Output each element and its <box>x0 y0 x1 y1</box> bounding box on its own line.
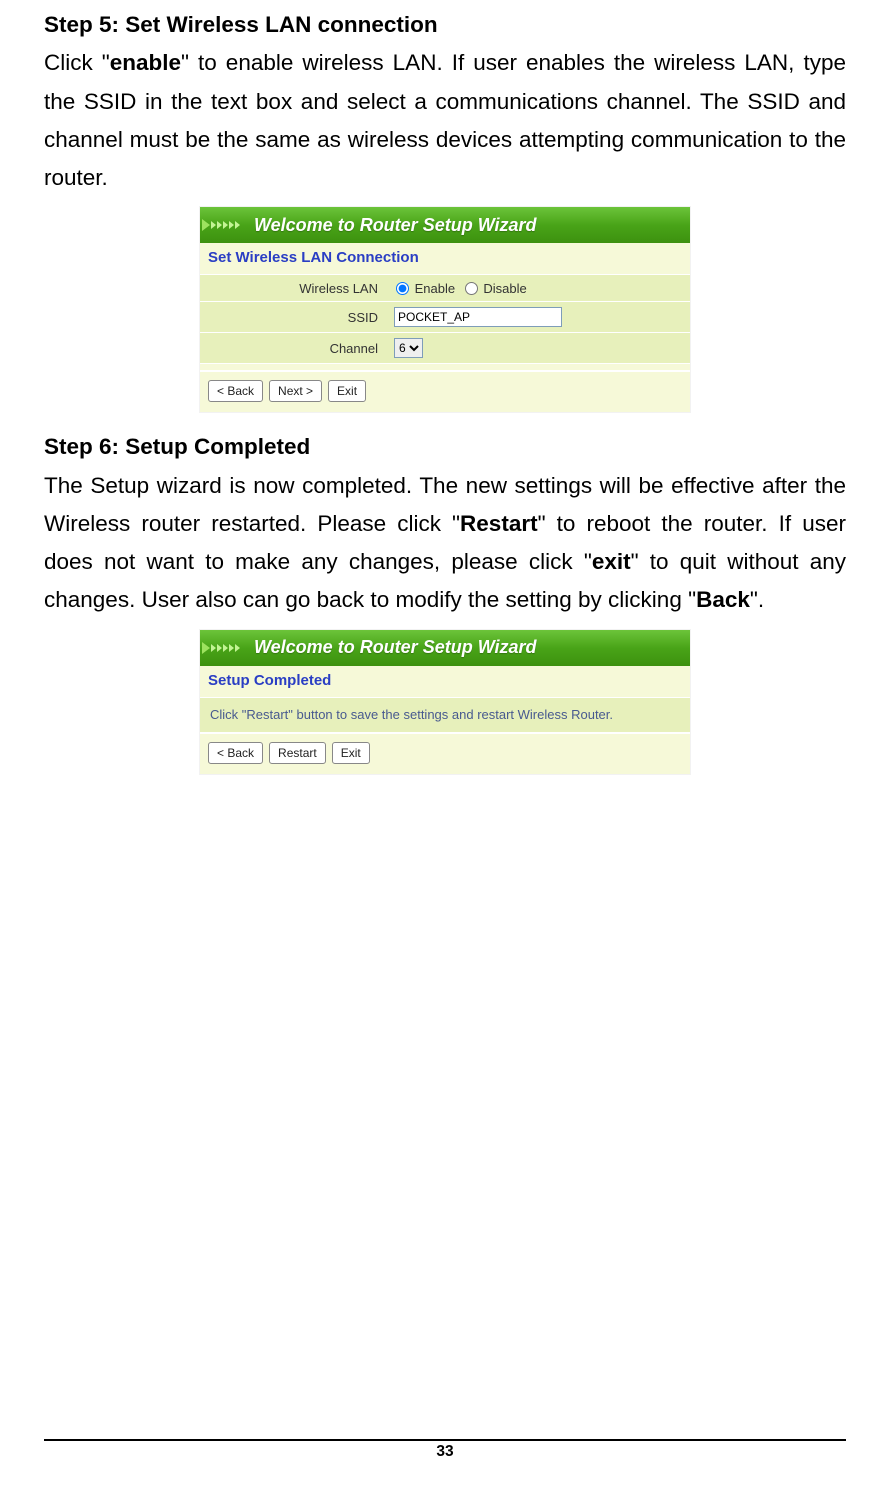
document-page: Step 5: Set Wireless LAN connection Clic… <box>0 0 890 774</box>
chevron-right-icon <box>229 221 234 229</box>
wizard-set-wlan: Welcome to Router Setup Wizard Set Wirel… <box>200 207 690 412</box>
wizard-setup-completed: Welcome to Router Setup Wizard Setup Com… <box>200 630 690 774</box>
next-button[interactable]: Next > <box>269 380 322 402</box>
completed-button-row: < Back Restart Exit <box>200 732 690 774</box>
exit-button[interactable]: Exit <box>328 380 366 402</box>
footer-rule <box>44 1439 846 1441</box>
enable-keyword: enable <box>110 50 181 75</box>
step5-paragraph: Click "enable" to enable wireless LAN. I… <box>44 44 846 197</box>
back-button[interactable]: < Back <box>208 380 263 402</box>
step6-heading: Step 6: Setup Completed <box>44 428 846 466</box>
exit-button[interactable]: Exit <box>332 742 370 764</box>
back-button[interactable]: < Back <box>208 742 263 764</box>
channel-select[interactable]: 6 <box>394 338 423 358</box>
chevron-group-icon <box>202 642 240 654</box>
chevron-right-icon <box>235 221 240 229</box>
wlan-row-value: Enable Disable <box>386 275 690 302</box>
ssid-input[interactable] <box>394 307 562 327</box>
completed-description: Click "Restart" button to save the setti… <box>200 697 690 732</box>
wlan-enable-radio[interactable] <box>396 282 409 295</box>
restart-keyword: Restart <box>460 511 538 536</box>
wlan-section-title: Set Wireless LAN Connection <box>200 243 690 274</box>
text-fragment: Click " <box>44 50 110 75</box>
channel-row-value: 6 <box>386 333 690 364</box>
wlan-disable-radio[interactable] <box>465 282 478 295</box>
step5-heading: Step 5: Set Wireless LAN connection <box>44 6 846 44</box>
ssid-row-value <box>386 302 690 333</box>
chevron-right-icon <box>223 644 228 652</box>
wlan-row-label: Wireless LAN <box>200 275 386 302</box>
ssid-row-label: SSID <box>200 302 386 333</box>
wizard-header: Welcome to Router Setup Wizard <box>200 207 690 243</box>
text-fragment: ". <box>750 587 764 612</box>
exit-keyword: exit <box>592 549 631 574</box>
wlan-form-table: Wireless LAN Enable Disable SSID Channel <box>200 274 690 370</box>
chevron-right-icon <box>202 219 210 231</box>
row-ssid: SSID <box>200 302 690 333</box>
page-number: 33 <box>44 1443 846 1461</box>
chevron-right-icon <box>223 221 228 229</box>
completed-section-title: Setup Completed <box>200 666 690 697</box>
wizard-header-title: Welcome to Router Setup Wizard <box>254 637 537 658</box>
row-channel: Channel 6 <box>200 333 690 364</box>
chevron-right-icon <box>211 221 216 229</box>
chevron-right-icon <box>217 221 222 229</box>
back-keyword: Back <box>696 587 750 612</box>
channel-row-label: Channel <box>200 333 386 364</box>
chevron-right-icon <box>211 644 216 652</box>
disable-radio-label: Disable <box>483 281 526 296</box>
restart-button[interactable]: Restart <box>269 742 326 764</box>
page-footer: 33 <box>44 1439 846 1461</box>
chevron-right-icon <box>202 642 210 654</box>
chevron-right-icon <box>229 644 234 652</box>
wizard-header: Welcome to Router Setup Wizard <box>200 630 690 666</box>
step6-paragraph: The Setup wizard is now completed. The n… <box>44 467 846 620</box>
enable-radio-label: Enable <box>415 281 455 296</box>
wlan-button-row: < Back Next > Exit <box>200 370 690 412</box>
chevron-right-icon <box>235 644 240 652</box>
chevron-group-icon <box>202 219 240 231</box>
wizard-header-title: Welcome to Router Setup Wizard <box>254 215 537 236</box>
row-wireless-lan: Wireless LAN Enable Disable <box>200 275 690 302</box>
chevron-right-icon <box>217 644 222 652</box>
